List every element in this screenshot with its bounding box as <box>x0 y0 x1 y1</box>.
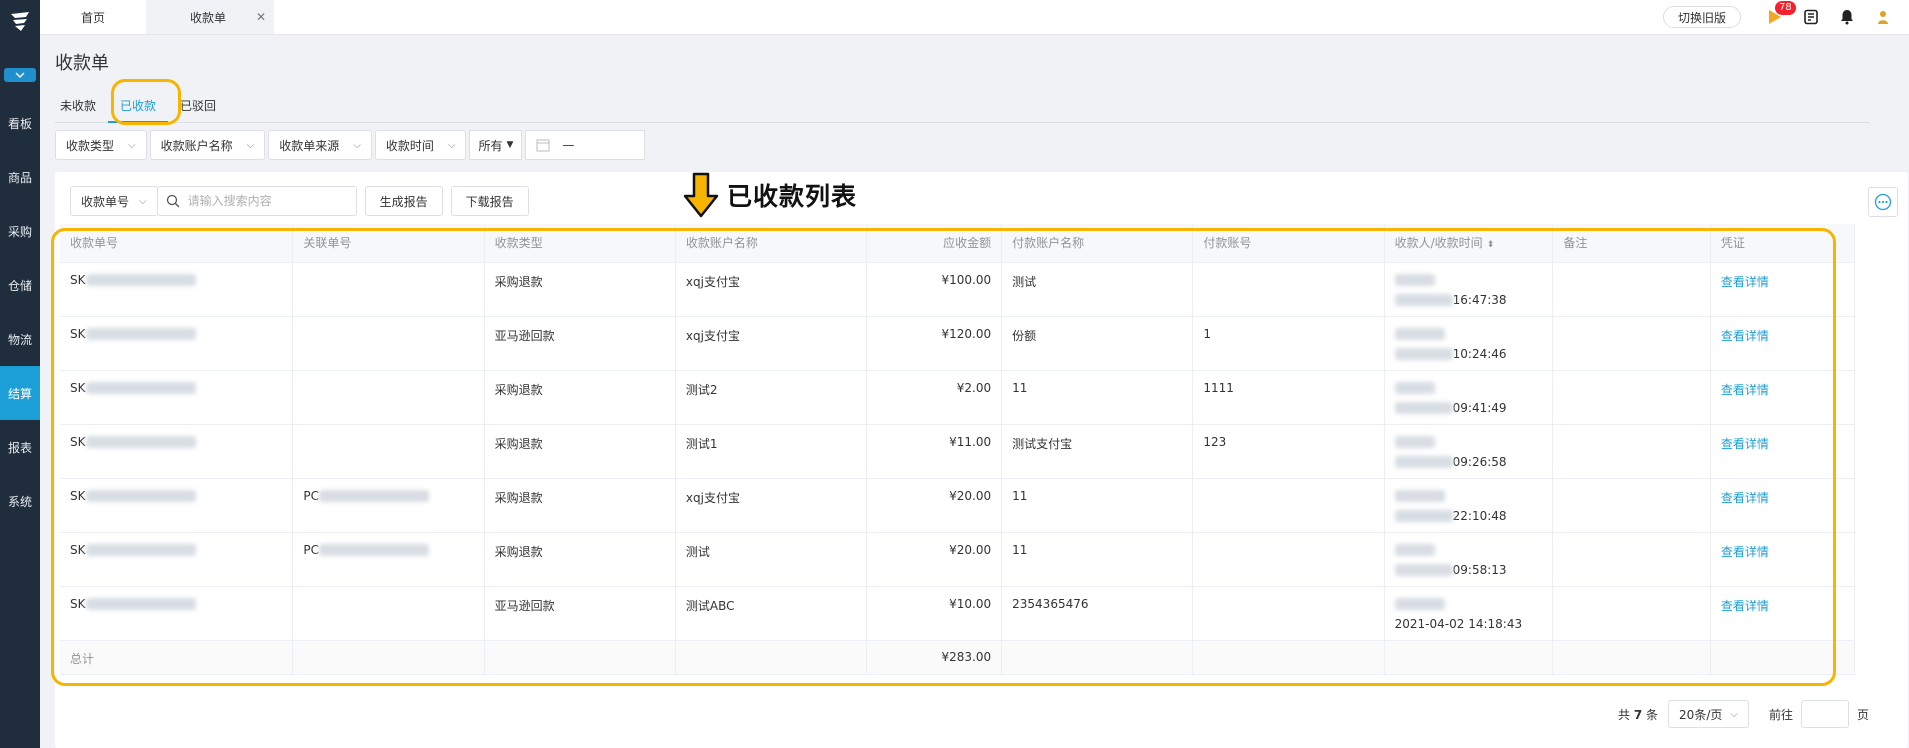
col-type: 收款类型 <box>484 224 676 263</box>
chevron-down-icon <box>15 72 25 78</box>
search-input[interactable] <box>187 194 348 208</box>
col-remark: 备注 <box>1552 224 1711 263</box>
view-details-link[interactable]: 查看详情 <box>1721 437 1769 451</box>
view-details-link[interactable]: 查看详情 <box>1721 383 1769 397</box>
download-report-button[interactable]: 下载报告 <box>450 186 529 216</box>
table-row: SK 亚马逊回款 测试ABC ¥10.00 2354365476 2021-04… <box>60 586 1856 641</box>
view-details-link[interactable]: 查看详情 <box>1721 545 1769 559</box>
generate-report-button[interactable]: 生成报告 <box>364 186 443 216</box>
annotation-label: 已收款列表 <box>683 172 857 218</box>
chevron-down-icon: ⌵ <box>447 139 456 151</box>
filter-receipt-type[interactable]: 收款类型 ⌵ <box>55 130 147 160</box>
chevron-down-icon: ⌵ <box>246 139 255 151</box>
sidebar-item-dashboard[interactable]: 看板 <box>0 96 40 150</box>
collapse-button[interactable] <box>4 68 36 82</box>
task-list-icon[interactable] <box>1801 7 1821 27</box>
search-field-select[interactable]: 收款单号 ⌵ <box>70 186 158 216</box>
flag-icon[interactable]: 78 <box>1765 1 1796 27</box>
date-range-input[interactable]: — <box>525 130 646 160</box>
view-details-link[interactable]: 查看详情 <box>1721 491 1769 505</box>
col-voucher: 凭证 <box>1710 224 1856 263</box>
top-bar: 首页 收款单 ✕ 切换旧版 78 <box>40 0 1909 35</box>
bell-icon[interactable] <box>1837 7 1857 27</box>
user-avatar-icon[interactable] <box>1873 7 1893 27</box>
sidebar-item-purchase[interactable]: 采购 <box>0 204 40 258</box>
more-options-button[interactable] <box>1868 187 1898 217</box>
col-account: 收款账户名称 <box>675 224 868 263</box>
col-receiver-time[interactable]: 收款人/收款时间 ⬍ <box>1384 224 1554 263</box>
filter-receipt-time[interactable]: 收款时间 ⌵ <box>374 130 467 160</box>
table-row: SK 采购退款 测试1 ¥11.00 测试支付宝 123 09:26:58 查看… <box>60 424 1856 479</box>
total-label: 总计 <box>60 640 294 675</box>
search-icon <box>166 194 180 208</box>
page-number-input[interactable] <box>1800 700 1849 728</box>
table-row: SK 采购退款 测试2 ¥2.00 11 1111 09:41:49 查看详情 <box>60 370 1856 425</box>
received-tab-highlight <box>111 79 181 125</box>
page-size-select[interactable]: 20条/页 ⌵ <box>1668 700 1749 728</box>
switch-old-version-button[interactable]: 切换旧版 <box>1662 6 1741 28</box>
chevron-down-icon: ⌵ <box>139 195 147 207</box>
tab-receipts[interactable]: 收款单 ✕ <box>146 0 274 34</box>
sidebar-item-products[interactable]: 商品 <box>0 150 40 204</box>
status-tabs: 未收款 已收款 已驳回 <box>55 89 1870 123</box>
view-details-link[interactable]: 查看详情 <box>1721 599 1769 613</box>
filter-range-select[interactable]: 所有 ▼ <box>469 130 523 160</box>
col-payer-no: 付款账号 <box>1192 224 1385 263</box>
app-logo[interactable] <box>0 0 40 44</box>
filter-account-name[interactable]: 收款账户名称 ⌵ <box>149 130 266 160</box>
calendar-icon <box>536 139 550 152</box>
table-card: 收款单号⌵ 生成报告 下载报告 已收款列表 <box>55 172 1908 748</box>
search-box[interactable] <box>156 186 357 216</box>
view-details-link[interactable]: 查看详情 <box>1721 329 1769 343</box>
logo-icon <box>11 12 29 31</box>
total-row: 总计 ¥283.00 <box>60 640 1856 675</box>
sidebar-item-system[interactable]: 系统 <box>0 474 40 528</box>
sidebar-item-warehouse[interactable]: 仓储 <box>0 258 40 312</box>
sort-icon: ⬍ <box>1486 240 1495 251</box>
sidebar-item-logistics[interactable]: 物流 <box>0 312 40 366</box>
chevron-down-icon: ⌵ <box>128 139 136 151</box>
chevron-down-icon: ⌵ <box>353 139 361 151</box>
sidebar-item-reports[interactable]: 报表 <box>0 420 40 474</box>
table-row: SK PC 采购退款 xqj支付宝 ¥20.00 11 22:10:48 查看详… <box>60 478 1856 533</box>
page-jumper: 前往 页 <box>1769 700 1869 728</box>
view-details-link[interactable]: 查看详情 <box>1721 275 1769 289</box>
total-count-label: 共 7 条 <box>1618 707 1659 722</box>
sidebar: 看板 商品 采购 仓储 物流 结算 报表 系统 <box>0 0 40 748</box>
more-icon <box>1874 193 1892 211</box>
tab-home[interactable]: 首页 <box>40 0 146 34</box>
table-row: SK PC 采购退款 测试 ¥20.00 11 09:58:13 查看详情 <box>60 532 1856 587</box>
col-receipt-no: 收款单号 <box>60 224 294 263</box>
tab-receipts-label: 收款单 <box>190 10 227 25</box>
filter-bar: 收款类型 ⌵ 收款账户名称 ⌵ 收款单来源 ⌵ 收款时间 ⌵ 所有 ▼ — <box>55 130 646 160</box>
tab-unreceived[interactable]: 未收款 <box>55 89 108 123</box>
col-amount: 应收金额 <box>866 224 1003 263</box>
col-payer-account: 付款账户名称 <box>1001 224 1194 263</box>
main-content: 收款单 未收款 已收款 已驳回 收款类型 ⌵ 收款账户名称 ⌵ 收款单来源 ⌵ 收款时… <box>40 35 1909 748</box>
received-table: 收款单号 关联单号 收款类型 收款账户名称 应收金额 付款账户名称 付款账号 收… <box>60 224 1856 675</box>
table-toolbar: 收款单号⌵ 生成报告 下载报告 <box>70 186 529 216</box>
table-row: SK 亚马逊回款 xqj支付宝 ¥120.00 份额 1 10:24:46 查看… <box>60 316 1856 371</box>
total-amount: ¥283.00 <box>866 640 1003 675</box>
table-header-row: 收款单号 关联单号 收款类型 收款账户名称 应收金额 付款账户名称 付款账号 收… <box>60 224 1856 263</box>
notification-badge: 78 <box>1775 1 1796 15</box>
table-row: SK 采购退款 xqj支付宝 ¥100.00 测试 16:47:38 查看详情 <box>60 262 1856 317</box>
close-icon[interactable]: ✕ <box>256 10 266 24</box>
arrow-down-icon <box>683 172 719 218</box>
pagination: 共 7 条 20条/页 ⌵ 前往 页 <box>1618 700 1869 728</box>
caret-down-icon: ▼ <box>506 140 514 150</box>
col-related-no: 关联单号 <box>292 224 485 263</box>
sidebar-item-settlement[interactable]: 结算 <box>0 366 40 420</box>
chevron-down-icon: ⌵ <box>1730 708 1738 720</box>
filter-source[interactable]: 收款单来源 ⌵ <box>268 130 372 160</box>
page-title: 收款单 <box>55 53 109 74</box>
